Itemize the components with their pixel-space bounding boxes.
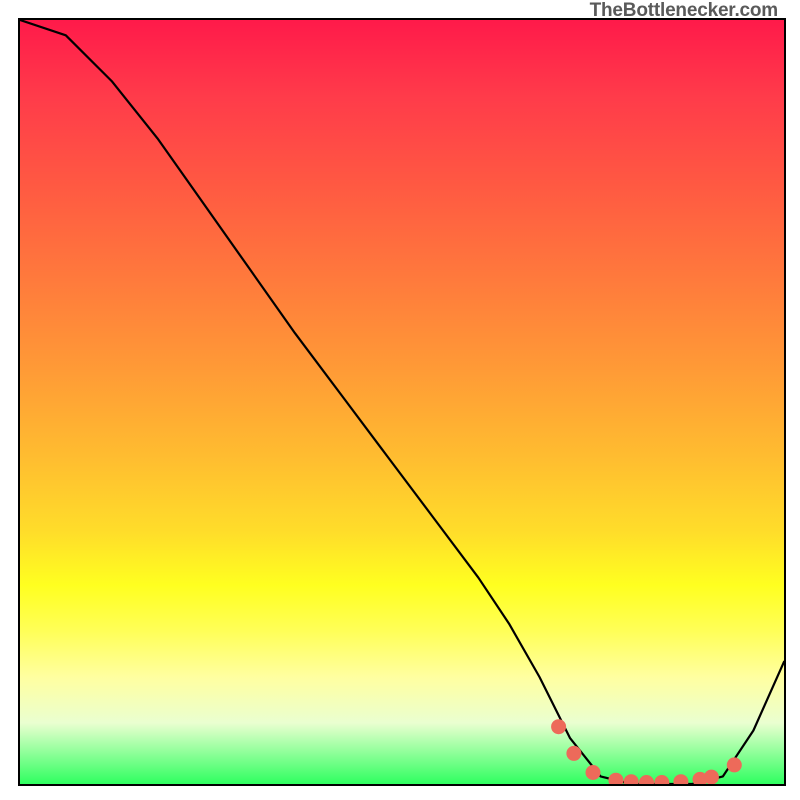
highlight-marker: [639, 775, 654, 784]
highlight-markers-group: [551, 719, 742, 784]
highlight-marker: [654, 775, 669, 784]
highlight-marker: [566, 746, 581, 761]
highlight-marker: [586, 765, 601, 780]
highlight-marker: [727, 757, 742, 772]
chart-svg-layer: [20, 20, 784, 784]
highlight-marker: [608, 773, 623, 784]
highlight-marker: [673, 774, 688, 784]
highlight-marker: [624, 774, 639, 784]
highlight-marker: [704, 770, 719, 784]
bottleneck-curve: [20, 20, 784, 784]
watermark-text: TheBottlenecker.com: [590, 0, 778, 22]
chart-frame: [18, 18, 786, 786]
highlight-marker: [551, 719, 566, 734]
